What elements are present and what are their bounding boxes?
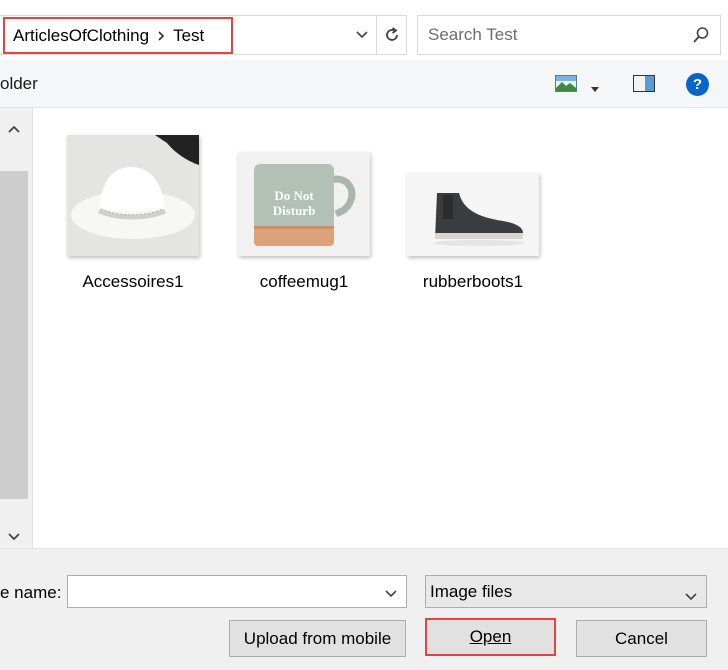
chevron-down-icon[interactable]	[384, 586, 398, 604]
open-button[interactable]: Open	[425, 618, 556, 656]
breadcrumb-item-test[interactable]: Test	[173, 26, 204, 46]
file-type-select[interactable]: Image files	[425, 575, 707, 608]
view-options-icon[interactable]	[555, 75, 577, 97]
file-name-label: e name:	[0, 583, 62, 602]
cancel-button[interactable]: Cancel	[576, 620, 707, 657]
boot-thumbnail	[407, 173, 539, 256]
refresh-icon	[385, 27, 398, 41]
file-name: rubberboots1	[422, 272, 524, 291]
file-item-coffeemug1[interactable]: Do Not Disturb coffeemug1	[229, 152, 379, 292]
open-button-label: Open	[469, 627, 512, 646]
mug-print-text: Do Not Disturb	[272, 188, 316, 218]
search-icon[interactable]	[692, 26, 710, 49]
chevron-down-icon	[684, 587, 698, 607]
file-name-input[interactable]	[74, 582, 364, 600]
navigation-pane	[0, 108, 33, 548]
help-icon[interactable]: ?	[686, 73, 709, 96]
file-item-accessoires1[interactable]: Accessoires1	[58, 135, 208, 292]
mug-thumbnail: Do Not Disturb	[238, 152, 370, 256]
file-name: coffeemug1	[259, 272, 349, 291]
breadcrumb-item-articles[interactable]: ArticlesOfClothing	[13, 26, 149, 46]
address-history-dropdown[interactable]	[348, 16, 376, 54]
hat-thumbnail	[67, 135, 199, 256]
file-item-rubberboots1[interactable]: rubberboots1	[398, 173, 548, 292]
chevron-right-icon[interactable]	[149, 26, 173, 46]
file-name-combobox[interactable]	[67, 575, 407, 608]
preview-pane-icon[interactable]	[633, 75, 655, 97]
refresh-button[interactable]	[376, 16, 406, 54]
chevron-down-icon	[356, 31, 368, 39]
file-type-value: Image files	[430, 581, 513, 601]
new-folder-button[interactable]: older	[0, 74, 38, 94]
breadcrumb: ArticlesOfClothing Test	[3, 17, 233, 54]
file-name: Accessoires1	[82, 272, 184, 291]
view-dropdown-icon[interactable]	[590, 80, 600, 98]
toolbar: older ?	[0, 60, 728, 108]
search-input[interactable]	[428, 25, 678, 45]
file-list: Accessoires1 Do Not Disturb coffeemug1 r…	[34, 108, 728, 548]
scroll-up-icon[interactable]	[8, 120, 20, 138]
search-box	[417, 15, 721, 55]
dialog-footer: e name: Image files Upload from mobile O…	[0, 548, 728, 670]
scroll-down-icon[interactable]	[8, 528, 20, 546]
nav-scrollbar-thumb[interactable]	[0, 171, 28, 499]
upload-from-mobile-button[interactable]: Upload from mobile	[229, 620, 406, 657]
